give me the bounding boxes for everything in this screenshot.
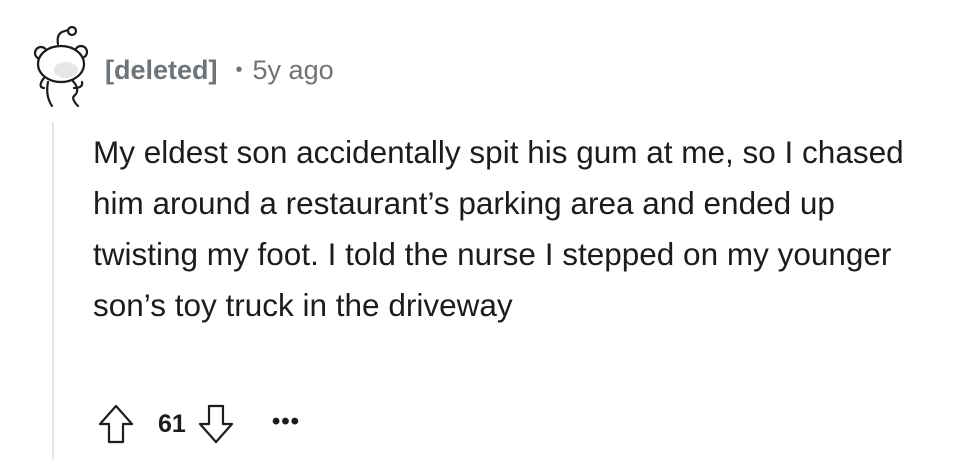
upvote-arrow-icon <box>98 404 134 444</box>
comment-actions: 61 ••• <box>96 398 300 450</box>
comment: [deleted] • 5y ago My eldest son acciden… <box>0 0 958 460</box>
timestamp[interactable]: 5y ago <box>253 55 334 86</box>
deleted-user-avatar-icon[interactable] <box>28 25 94 108</box>
upvote-button[interactable] <box>96 402 136 446</box>
downvote-arrow-icon <box>198 404 233 444</box>
downvote-button[interactable] <box>196 402 236 446</box>
vote-score: 61 <box>158 409 186 438</box>
meta-separator: • <box>235 58 243 81</box>
comment-meta: [deleted] • 5y ago <box>105 52 334 88</box>
author-name[interactable]: [deleted] <box>105 55 218 86</box>
comment-body: My eldest son accidentally spit his gum … <box>93 134 904 323</box>
thread-line[interactable] <box>52 122 54 460</box>
more-options-button[interactable]: ••• <box>272 410 300 438</box>
